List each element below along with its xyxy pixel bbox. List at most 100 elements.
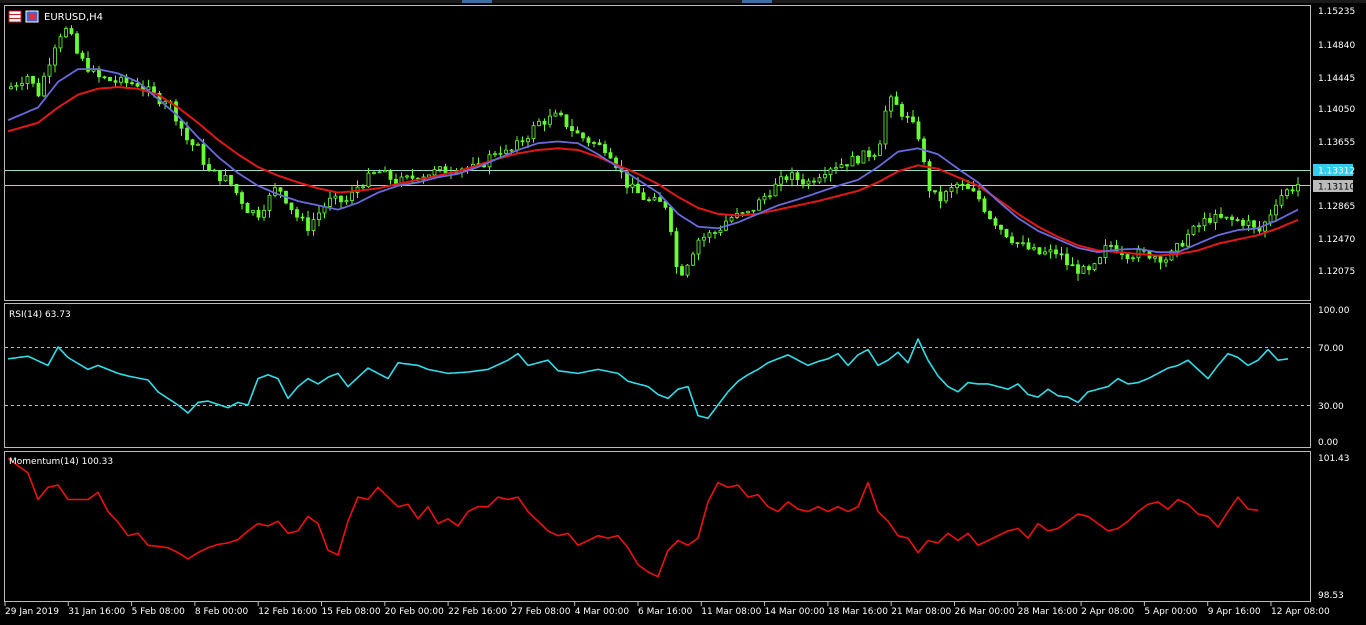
candle-body	[564, 114, 569, 127]
candle-body	[196, 143, 200, 146]
candle-body	[982, 198, 987, 212]
candle-body	[344, 200, 349, 203]
rsi-line	[7, 338, 1289, 419]
candle-body	[795, 172, 800, 181]
candle-body	[493, 153, 497, 156]
candle-body	[553, 112, 558, 117]
candle-body	[47, 64, 52, 77]
candle-body	[1290, 189, 1295, 192]
trade-icon-inner	[29, 14, 35, 19]
rsi-tick-label: 100.00	[1318, 306, 1350, 316]
candle-body	[102, 76, 107, 79]
candle-body	[977, 190, 981, 200]
candle-body	[938, 191, 943, 202]
candle-body	[955, 183, 959, 188]
candle-body	[1054, 249, 1058, 255]
candle-body	[498, 152, 503, 155]
candle-body	[339, 195, 343, 203]
candle-body	[1246, 220, 1251, 226]
candle-body	[702, 236, 706, 241]
candle-body	[790, 172, 794, 181]
candle-body	[278, 187, 283, 192]
candle-body	[1048, 249, 1053, 253]
candle-body	[570, 126, 574, 132]
candle-body	[328, 197, 332, 207]
time-tick-label: 11 Mar 08:00	[701, 607, 761, 617]
price-tick-label: 1.12865	[1318, 202, 1355, 212]
candle-body	[806, 180, 811, 185]
candle-body	[597, 142, 602, 145]
candle-body	[405, 175, 409, 178]
candle-body	[317, 212, 321, 221]
price-tag-1: 1.13312	[1313, 164, 1355, 177]
candle-body	[548, 115, 552, 125]
candle-body	[438, 166, 442, 170]
candle-body	[773, 183, 778, 197]
candle-body	[130, 82, 134, 85]
ma-fast-line	[7, 68, 1299, 254]
price-tag-1-label: 1.13312	[1318, 167, 1355, 177]
candle-body	[636, 183, 640, 194]
price-axis: 1.15235 1.14840 1.14445 1.14050 1.13655 …	[1318, 7, 1355, 277]
candle-body	[218, 170, 222, 182]
time-tick-label: 15 Feb 08:00	[322, 607, 381, 617]
candle-body	[388, 170, 393, 180]
price-tick-label: 1.14050	[1318, 105, 1355, 115]
candle-body	[20, 83, 24, 86]
time-tick-label: 2 Apr 08:00	[1081, 607, 1134, 617]
scroll-marker[interactable]	[462, 0, 492, 3]
symbol-title: EURUSD,H4	[44, 12, 103, 23]
candle-body	[1026, 242, 1031, 250]
candle-body	[306, 217, 310, 231]
candle-body	[223, 174, 228, 182]
chart-canvas[interactable]: EURUSD,H4 1.15235 1.14840 1.14445 1.1405…	[0, 0, 1366, 621]
candle-body	[108, 77, 112, 82]
candle-body	[515, 140, 519, 151]
candle-body	[234, 183, 239, 193]
candle-body	[361, 186, 365, 189]
candle-body	[1021, 242, 1025, 245]
price-tick-label: 1.14840	[1318, 41, 1355, 51]
candle-body	[1010, 236, 1014, 244]
candle-body	[311, 219, 316, 231]
candle-body	[520, 140, 525, 143]
time-tick-label: 14 Mar 00:00	[765, 607, 825, 617]
time-tick-label: 29 Jan 2019	[5, 607, 59, 617]
candle-body	[1015, 242, 1020, 245]
candle-body	[377, 171, 382, 174]
time-axis: 29 Jan 2019 31 Jan 16:00 5 Feb 08:00 8 Feb …	[4, 602, 1330, 617]
candle-body	[14, 85, 19, 88]
price-tick-label: 1.12470	[1318, 235, 1355, 245]
candle-body	[729, 217, 734, 222]
candle-body	[999, 224, 1003, 230]
candle-body	[960, 183, 965, 186]
candle-body	[630, 183, 635, 188]
rsi-layer	[7, 338, 1289, 419]
candle-body	[867, 150, 871, 158]
rsi-tick-label: 30.00	[1318, 402, 1344, 412]
candle-body	[1081, 266, 1086, 274]
candle-body	[872, 155, 877, 158]
momentum-line	[7, 457, 1259, 578]
time-tick-label: 6 Mar 16:00	[638, 607, 693, 617]
candle-body	[190, 139, 195, 146]
candle-body	[718, 229, 723, 233]
candle-body	[1153, 256, 1157, 259]
candle-body	[751, 209, 756, 212]
candle-body	[350, 192, 354, 201]
candle-body	[1175, 243, 1179, 252]
time-tick-label: 27 Feb 08:00	[511, 607, 570, 617]
scroll-marker-2[interactable]	[742, 0, 772, 3]
candle-body	[1285, 189, 1289, 196]
candle-body	[740, 212, 745, 215]
candle-body	[757, 199, 761, 211]
momentum-layer	[7, 457, 1259, 578]
candle-body	[856, 156, 860, 164]
candle-body	[850, 156, 855, 167]
candle-body	[58, 36, 63, 49]
candle-body	[1230, 216, 1234, 220]
time-tick-label: 5 Feb 08:00	[132, 607, 186, 617]
time-tick-label: 20 Feb 00:00	[385, 607, 444, 617]
candle-body	[592, 142, 596, 144]
candle-body	[537, 120, 541, 127]
